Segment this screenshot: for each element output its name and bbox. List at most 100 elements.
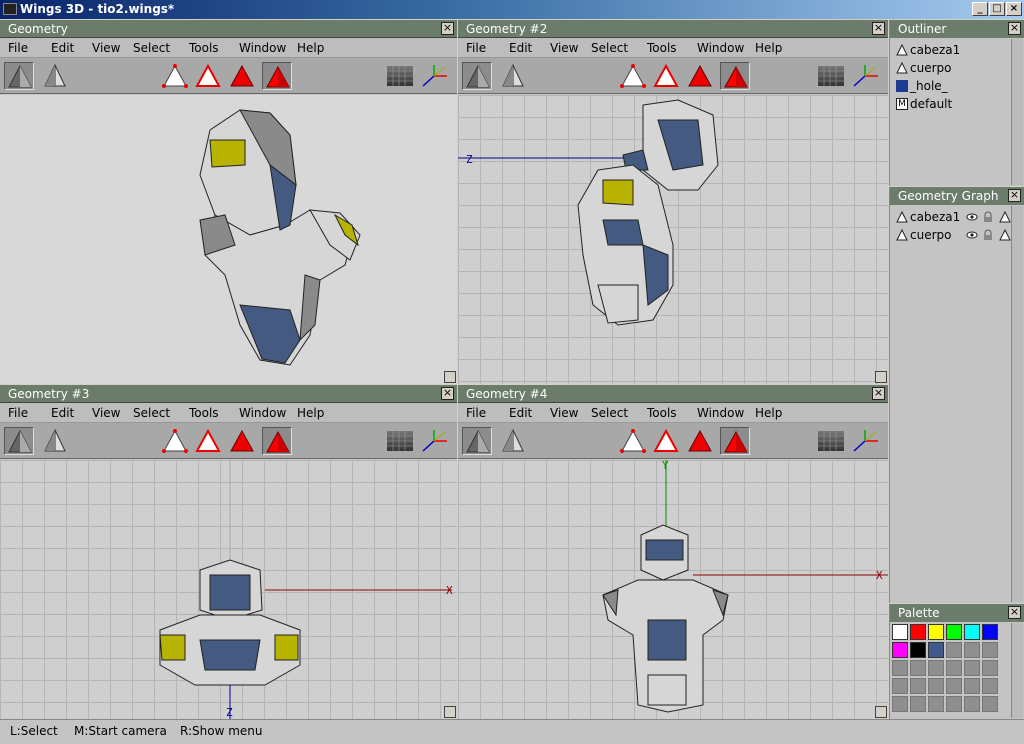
pane-resize-handle[interactable] [875,706,887,718]
minimize-button[interactable]: _ [972,2,988,16]
pane-resize-handle[interactable] [444,706,456,718]
axes-icon[interactable] [419,427,449,455]
menu-file[interactable]: File [8,41,28,55]
menu-view[interactable]: View [92,406,120,420]
menu-edit[interactable]: Edit [509,41,532,55]
body-mode-icon[interactable] [720,427,750,455]
smooth-shading-icon[interactable] [462,62,492,90]
geometry-graph-item[interactable]: cabeza1 [896,209,1014,225]
pane-close-button[interactable]: × [872,22,885,35]
menu-window[interactable]: Window [239,41,286,55]
palette-swatch[interactable] [892,678,908,694]
3d-viewport[interactable]: YX [458,460,888,719]
wireframe-icon[interactable] [40,62,70,90]
palette-swatch[interactable] [910,660,926,676]
vertex-mode-icon[interactable] [160,62,190,90]
palette-swatch[interactable] [928,642,944,658]
menu-window[interactable]: Window [697,406,744,420]
face-mode-icon[interactable] [227,62,257,90]
groundplane-icon[interactable] [385,62,415,90]
palette-swatch[interactable] [964,696,980,712]
menu-tools[interactable]: Tools [647,41,677,55]
palette-swatch[interactable] [910,696,926,712]
edge-mode-icon[interactable] [193,62,223,90]
palette-swatch[interactable] [982,678,998,694]
face-mode-icon[interactable] [685,62,715,90]
palette-swatch[interactable] [910,678,926,694]
palette-swatch[interactable] [946,660,962,676]
smooth-shading-icon[interactable] [4,62,34,90]
edge-mode-icon[interactable] [193,427,223,455]
menu-view[interactable]: View [92,41,120,55]
menu-view[interactable]: View [550,41,578,55]
menu-help[interactable]: Help [297,41,324,55]
close-window-button[interactable]: × [1006,2,1022,16]
palette-swatch[interactable] [892,642,908,658]
smooth-shading-icon[interactable] [462,427,492,455]
pane-close-button[interactable]: × [441,22,454,35]
palette-swatch[interactable] [982,660,998,676]
vertex-mode-icon[interactable] [618,427,648,455]
menu-tools[interactable]: Tools [189,41,219,55]
pane-close-button[interactable]: × [872,387,885,400]
wireframe-icon[interactable] [498,62,528,90]
maximize-button[interactable]: □ [989,2,1005,16]
menu-edit[interactable]: Edit [51,41,74,55]
3d-viewport[interactable]: XZ [0,460,457,719]
palette-swatch[interactable] [892,624,908,640]
palette-swatch[interactable] [946,624,962,640]
lock-icon[interactable] [982,229,994,241]
palette-swatch[interactable] [910,642,926,658]
menu-help[interactable]: Help [755,406,782,420]
3d-viewport[interactable]: Z [458,95,888,384]
menu-tools[interactable]: Tools [189,406,219,420]
palette-swatch[interactable] [928,678,944,694]
geometry-graph-scrollbar[interactable] [1011,206,1023,602]
palette-swatch[interactable] [910,624,926,640]
smooth-shading-icon[interactable] [4,427,34,455]
palette-swatch[interactable] [964,624,980,640]
body-mode-icon[interactable] [262,62,292,90]
palette-swatch[interactable] [982,624,998,640]
wireframe-toggle-icon[interactable] [999,228,1011,241]
palette-swatch[interactable] [892,660,908,676]
pane-resize-handle[interactable] [444,371,456,383]
visibility-eye-icon[interactable] [966,229,978,241]
palette-swatch[interactable] [964,642,980,658]
menu-help[interactable]: Help [755,41,782,55]
menu-select[interactable]: Select [133,406,170,420]
body-mode-icon[interactable] [720,62,750,90]
menu-window[interactable]: Window [239,406,286,420]
palette-swatch[interactable] [982,642,998,658]
palette-close-button[interactable]: × [1008,606,1021,619]
menu-tools[interactable]: Tools [647,406,677,420]
face-mode-icon[interactable] [227,427,257,455]
outliner-close-button[interactable]: × [1008,22,1021,35]
visibility-eye-icon[interactable] [966,211,978,223]
pane-resize-handle[interactable] [875,371,887,383]
body-mode-icon[interactable] [262,427,292,455]
lock-icon[interactable] [982,211,994,223]
palette-swatch[interactable] [928,696,944,712]
3d-viewport[interactable] [0,95,457,384]
vertex-mode-icon[interactable] [618,62,648,90]
palette-swatch[interactable] [946,642,962,658]
menu-select[interactable]: Select [133,41,170,55]
axes-icon[interactable] [419,62,449,90]
face-mode-icon[interactable] [685,427,715,455]
axes-icon[interactable] [850,427,880,455]
wireframe-icon[interactable] [498,427,528,455]
edge-mode-icon[interactable] [651,62,681,90]
palette-swatch[interactable] [964,678,980,694]
groundplane-icon[interactable] [816,427,846,455]
menu-file[interactable]: File [466,41,486,55]
wireframe-icon[interactable] [40,427,70,455]
menu-file[interactable]: File [466,406,486,420]
palette-swatch[interactable] [928,660,944,676]
wireframe-toggle-icon[interactable] [999,210,1011,223]
menu-window[interactable]: Window [697,41,744,55]
menu-view[interactable]: View [550,406,578,420]
geometry-graph-close-button[interactable]: × [1008,189,1021,202]
palette-swatch[interactable] [946,678,962,694]
palette-swatch[interactable] [982,696,998,712]
